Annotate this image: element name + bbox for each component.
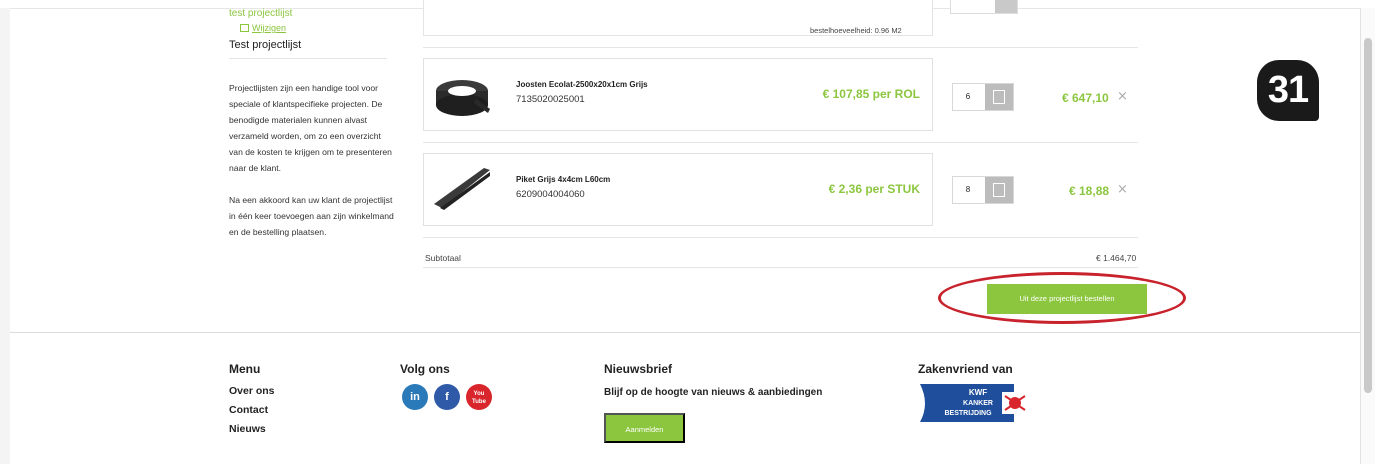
remove-item-button[interactable]: × [1117, 89, 1128, 104]
facebook-icon[interactable]: f [434, 384, 460, 410]
quantity-value[interactable]: 8 [959, 185, 977, 194]
subtotal-value: € 1.464,70 [1096, 253, 1137, 263]
quantity-value[interactable]: 6 [959, 92, 977, 101]
footer-partner-heading: Zakenvriend van [918, 362, 1013, 376]
footer-link-contact[interactable]: Contact [229, 404, 268, 416]
line-total: € 647,10 [1062, 91, 1109, 105]
quantity-stepper[interactable]: 6 [952, 83, 1014, 111]
calculator-icon [993, 90, 1005, 104]
description-paragraph-1: Projectlijsten zijn een handige tool voo… [229, 83, 392, 173]
footer-divider [10, 332, 1360, 333]
edit-label[interactable]: Wijzigen [252, 23, 286, 33]
sidebar-description: Projectlijsten zijn een handige tool voo… [229, 80, 394, 240]
order-quantity-note: bestelhoeveelheid: 0.96 M2 [810, 26, 902, 35]
footer-link-over-ons[interactable]: Over ons [229, 385, 275, 397]
subscribe-button[interactable]: Aanmelden [604, 413, 685, 443]
edit-link[interactable]: Wijzigen [240, 23, 286, 33]
product-row: Joosten Ecolat-2500x20x1cm Grijs 7135020… [423, 58, 933, 131]
kwf-logo-line-1: KWF [969, 388, 987, 397]
edit-icon [240, 24, 249, 32]
row-divider [423, 142, 1138, 143]
calculator-button[interactable] [985, 84, 1013, 110]
line-total: € 18,88 [1069, 184, 1110, 198]
footer-follow-heading: Volg ons [400, 362, 450, 376]
kwf-logo-line-3: BESTRIJDING [944, 410, 992, 417]
subtotal-label: Subtotaal [425, 253, 461, 263]
footer-newsletter-heading: Nieuwsbrief [604, 362, 673, 376]
footer-menu-heading: Menu [229, 362, 261, 376]
remove-item-button[interactable]: × [1117, 182, 1128, 197]
kwf-logo-line-2: KANKER [963, 400, 993, 407]
description-paragraph-2: Na een akkoord kan uw klant de projectli… [229, 195, 394, 237]
product-code: 6209004004060 [516, 189, 585, 200]
calculator-button[interactable] [985, 177, 1013, 203]
product-unit-price: € 2,36 per STUK [828, 182, 920, 196]
row-divider [423, 47, 1138, 48]
kwf-logo-icon[interactable]: KWF KANKER BESTRIJDING [920, 384, 1030, 422]
calculator-icon[interactable] [995, 0, 1017, 13]
newsletter-text: Blijf op de hoogte van nieuws & aanbiedi… [604, 387, 823, 398]
scrollbar[interactable] [1360, 8, 1375, 464]
quantity-box-partial[interactable] [950, 0, 1018, 14]
stake-product-icon [434, 168, 490, 210]
highlight-circle [938, 272, 1186, 324]
project-list-link[interactable]: test projectlijst [229, 8, 292, 19]
linkedin-icon[interactable]: in [402, 384, 428, 410]
roll-product-icon [436, 80, 490, 116]
step-number-badge: 31 [1257, 60, 1319, 121]
product-code: 7135020025001 [516, 94, 585, 105]
scroll-thumb[interactable] [1364, 38, 1372, 393]
product-row: Piket Grijs 4x4cm L60cm 6209004004060 € … [423, 153, 933, 226]
youtube-icon[interactable]: You Tube [466, 384, 492, 410]
quantity-stepper[interactable]: 8 [952, 176, 1014, 204]
calculator-icon [993, 183, 1005, 197]
subtotal-divider [423, 267, 1138, 268]
footer-link-nieuws[interactable]: Nieuws [229, 423, 266, 435]
product-unit-price: € 107,85 per ROL [822, 87, 920, 101]
product-name[interactable]: Piket Grijs 4x4cm L60cm [516, 175, 610, 184]
sidebar-divider [229, 58, 387, 59]
product-name[interactable]: Joosten Ecolat-2500x20x1cm Grijs [516, 80, 648, 89]
project-title: Test projectlijst [229, 39, 302, 51]
row-divider [423, 237, 1138, 238]
